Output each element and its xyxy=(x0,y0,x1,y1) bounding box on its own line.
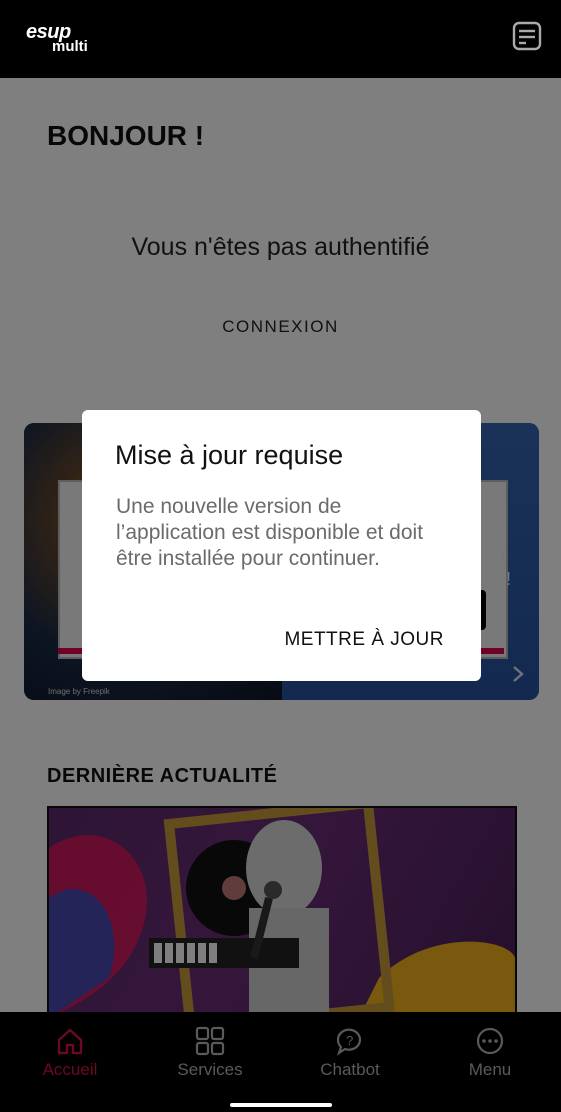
tab-label: Services xyxy=(177,1060,243,1079)
update-button[interactable]: METTRE À JOUR xyxy=(284,629,444,651)
grid-icon xyxy=(195,1026,225,1056)
home-indicator xyxy=(230,1103,332,1107)
tab-chatbot[interactable]: ? Chatbot xyxy=(280,1012,420,1112)
tab-services[interactable]: Services xyxy=(140,1012,280,1112)
home-icon xyxy=(57,1028,83,1055)
tab-menu[interactable]: Menu xyxy=(420,1012,560,1112)
dialog-message: Une nouvelle version de l’application es… xyxy=(116,495,424,570)
tab-label: Menu xyxy=(468,1060,512,1079)
app-header: esup multi xyxy=(0,0,561,78)
esup-multi-logo: esup multi xyxy=(26,22,88,54)
card-icon[interactable] xyxy=(511,20,543,52)
logo-text-sub: multi xyxy=(52,38,88,55)
tab-label: Chatbot xyxy=(320,1060,380,1079)
chat-help-icon: ? xyxy=(336,1028,362,1056)
dialog-title: Mise à jour requise xyxy=(115,440,344,470)
bottom-tab-bar: Accueil Services ? Chatbot Menu xyxy=(0,1012,561,1112)
tab-accueil[interactable]: Accueil xyxy=(0,1012,140,1112)
tab-label: Accueil xyxy=(42,1060,98,1079)
more-icon xyxy=(476,1027,504,1055)
update-dialog: Mise à jour requise Une nouvelle version… xyxy=(82,410,481,681)
svg-text:?: ? xyxy=(346,1033,353,1048)
